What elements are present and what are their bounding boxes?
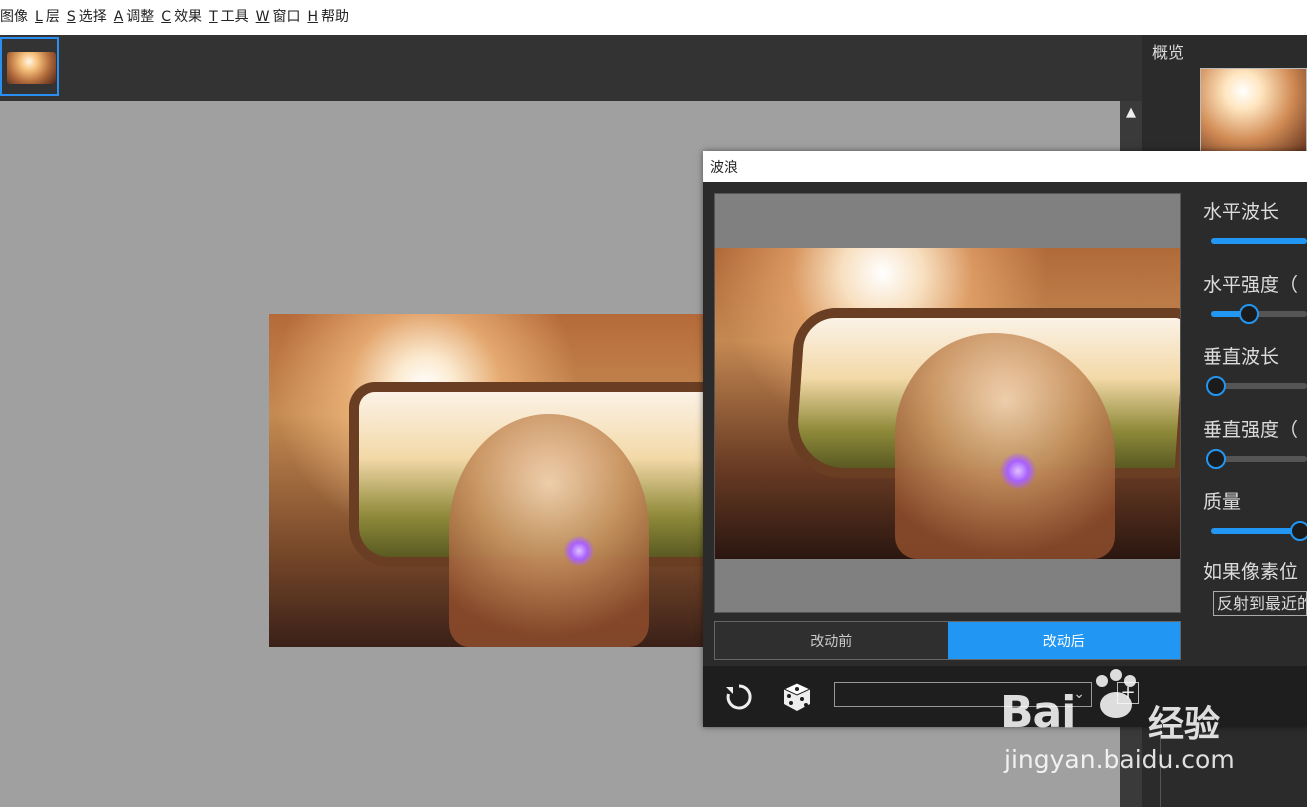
baidu-watermark: Bai 经验 jingyan.baidu.com: [1000, 667, 1260, 787]
menu-effects[interactable]: C 效果: [161, 0, 209, 35]
quality-label: 质量: [1203, 491, 1242, 513]
slider-handle[interactable]: [1290, 521, 1307, 541]
slider-fill: [1211, 238, 1307, 244]
overview-thumbnail[interactable]: [1200, 68, 1307, 158]
before-button[interactable]: 改动前: [715, 622, 948, 659]
vertical-strength-slider[interactable]: [1205, 449, 1307, 469]
vertical-strength-label: 垂直强度（: [1203, 419, 1299, 441]
menu-adjust-key: A: [113, 9, 124, 25]
menu-tools-label: 工具: [220, 9, 249, 25]
vertical-wavelength-slider[interactable]: [1205, 376, 1307, 396]
horizontal-strength-slider[interactable]: [1211, 304, 1307, 324]
menu-window-label: 窗口: [272, 9, 301, 25]
overview-title: 概览: [1152, 43, 1185, 62]
horizontal-wavelength-label: 水平波长: [1203, 201, 1280, 223]
slider-handle[interactable]: [1239, 304, 1260, 324]
watermark-url: jingyan.baidu.com: [1004, 745, 1235, 774]
after-button[interactable]: 改动后: [947, 622, 1180, 659]
dialog-title: 波浪: [710, 160, 738, 176]
menu-layer-key: L: [35, 9, 43, 25]
menu-layer[interactable]: L层: [35, 0, 67, 35]
menu-image-label: 图像: [0, 9, 28, 25]
before-after-toggle: 改动前 改动后: [714, 621, 1181, 660]
menu-window-key: W: [255, 9, 270, 25]
reset-icon[interactable]: [722, 680, 756, 714]
menu-image[interactable]: 图像: [0, 0, 35, 35]
menu-select-label: 选择: [78, 9, 107, 25]
menu-adjust[interactable]: A 调整: [114, 0, 162, 35]
thumbnail-image: [7, 52, 56, 84]
menu-help[interactable]: H 帮助: [307, 0, 356, 35]
paw-icon: [1096, 669, 1136, 718]
horizontal-strength-label: 水平强度（: [1203, 274, 1299, 296]
menu-window[interactable]: W 窗口: [256, 0, 308, 35]
image-tab-strip: [0, 35, 1142, 101]
menu-bar: 图像 L层 S 选择 A 调整 C 效果 T 工具 W 窗口 H 帮助: [0, 0, 1307, 35]
quality-slider[interactable]: [1211, 521, 1307, 541]
effect-preview: [714, 193, 1181, 613]
horizontal-wavelength-slider[interactable]: [1211, 238, 1307, 244]
canvas-image[interactable]: [269, 314, 703, 647]
slider-handle[interactable]: [1205, 376, 1226, 396]
edge-behavior-label: 如果像素位: [1203, 561, 1299, 583]
watermark-logo-text: Bai: [1000, 687, 1076, 738]
image-lens-flare: [564, 536, 594, 566]
menu-effects-key: C: [161, 9, 172, 25]
watermark-suffix: 经验: [1148, 704, 1221, 745]
menu-help-key: H: [307, 9, 318, 25]
menu-tools-key: T: [209, 9, 218, 25]
random-dice-icon[interactable]: [780, 680, 814, 714]
menu-layer-label: 层: [45, 9, 60, 25]
menu-adjust-label: 调整: [126, 9, 155, 25]
slider-handle[interactable]: [1205, 449, 1226, 469]
preview-lens-flare: [1000, 453, 1036, 489]
menu-effects-label: 效果: [174, 9, 203, 25]
preview-image: [715, 248, 1180, 559]
wave-dialog: 波浪 改动前 改动后 水平波长 水平强度（ 垂直波长 垂直强度（ 质量 如果像素…: [703, 151, 1307, 727]
menu-select-key: S: [66, 9, 76, 25]
slider-fill: [1211, 528, 1301, 534]
image-person: [449, 414, 649, 647]
menu-help-label: 帮助: [321, 9, 349, 25]
dialog-titlebar[interactable]: 波浪: [703, 151, 1307, 182]
menu-tools[interactable]: T 工具: [209, 0, 256, 35]
menu-select[interactable]: S 选择: [67, 0, 114, 35]
scroll-up-arrow-icon[interactable]: ▲: [1120, 101, 1142, 125]
image-tab-thumbnail[interactable]: [0, 37, 59, 96]
edge-behavior-select[interactable]: 反射到最近的: [1213, 591, 1307, 616]
vertical-wavelength-label: 垂直波长: [1203, 346, 1280, 368]
